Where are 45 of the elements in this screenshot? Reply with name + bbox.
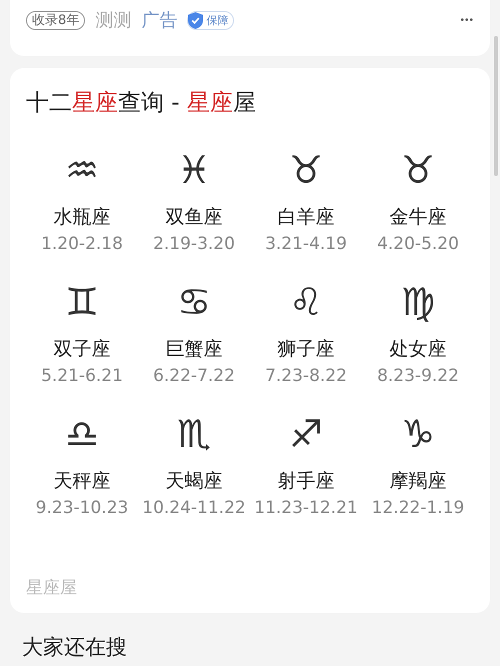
date-range: 11.23-12.21 <box>254 497 358 520</box>
date-range: 7.23-8.22 <box>265 365 347 388</box>
sign-name[interactable]: 天秤座 <box>54 468 110 494</box>
zodiac-symbol[interactable]: ♒ <box>64 146 100 194</box>
sign-name[interactable]: 双子座 <box>54 336 110 362</box>
date-range: 4.20-5.20 <box>377 233 459 256</box>
date-range: 12.22-1.19 <box>372 497 464 520</box>
zodiac-symbol[interactable]: ♏ <box>176 410 212 458</box>
date-range: 10.24-11.22 <box>142 497 246 520</box>
sign-name[interactable]: 处女座 <box>390 336 446 362</box>
zodiac-symbol[interactable]: ♐ <box>288 410 324 458</box>
zodiac-symbol[interactable]: ♑ <box>400 410 436 458</box>
date-range: 6.22-7.22 <box>153 365 235 388</box>
date-range: 5.21-6.21 <box>41 365 123 388</box>
zodiac-symbol[interactable]: ♓ <box>176 146 212 194</box>
zodiac-symbol[interactable]: ♊ <box>64 278 100 326</box>
card-title: 十二星座查询 - 星座屋 <box>26 89 257 118</box>
sign-name[interactable]: 摩羯座 <box>390 468 446 494</box>
date-range: 1.20-2.18 <box>41 233 123 256</box>
section-heading: 大家还在搜 <box>21 634 128 661</box>
sign-name[interactable]: 白羊座 <box>278 204 334 230</box>
more-button[interactable]: ••• <box>460 14 474 26</box>
zodiac-symbol[interactable]: ♉ <box>288 146 324 194</box>
ad-label: 广告 <box>141 9 178 32</box>
source-label: 星座屋 <box>26 577 78 599</box>
zodiac-symbol[interactable]: ♌ <box>288 278 324 326</box>
sign-name[interactable]: 巨蟹座 <box>166 336 222 362</box>
sign-name[interactable]: 射手座 <box>278 468 334 494</box>
zodiac-symbol[interactable]: ♋ <box>176 278 212 326</box>
guarantee-label: 保障 <box>206 12 228 28</box>
date-range: 2.19-3.20 <box>153 233 235 256</box>
zodiac-symbol[interactable]: ♉ <box>400 146 436 194</box>
sign-name[interactable]: 水瓶座 <box>54 204 110 230</box>
zodiac-symbol[interactable]: ♍ <box>400 278 436 326</box>
shield-check-icon <box>188 12 204 28</box>
date-range: 9.23-10.23 <box>36 497 128 520</box>
date-range: 8.23-9.22 <box>377 365 459 388</box>
index-badge: 收录8年 <box>26 10 86 30</box>
sign-name[interactable]: 天蝎座 <box>166 468 222 494</box>
sign-name[interactable]: 狮子座 <box>278 336 334 362</box>
date-range: 3.21-4.19 <box>265 233 347 256</box>
sign-name[interactable]: 双鱼座 <box>166 204 222 230</box>
author-label: 测测 <box>95 9 132 32</box>
sign-name[interactable]: 金牛座 <box>390 204 446 230</box>
zodiac-symbol[interactable]: ♎ <box>64 410 100 458</box>
